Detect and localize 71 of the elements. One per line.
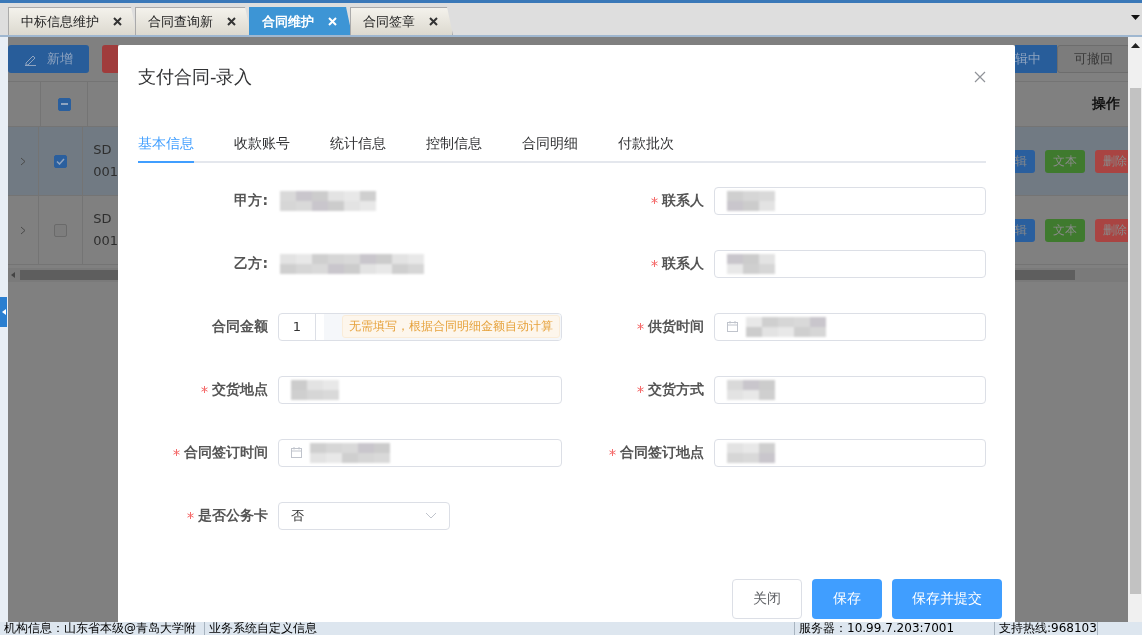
action-button[interactable]: 辑 <box>1015 149 1035 173</box>
select-field[interactable]: 否 <box>278 501 450 530</box>
check-icon <box>56 157 66 165</box>
input-field[interactable] <box>714 438 986 467</box>
table-cell-text: SD <box>93 210 113 228</box>
expand-icon[interactable] <box>20 156 26 166</box>
action-button[interactable]: 辑 <box>1015 218 1035 242</box>
save-button[interactable]: 保存 <box>812 579 882 619</box>
collapse-handle[interactable] <box>0 297 7 327</box>
column-header: 操作 <box>1092 95 1120 113</box>
field-label: 甲方: <box>234 191 268 210</box>
field-value: 1 <box>279 313 316 340</box>
field-label: 乙方: <box>234 254 268 273</box>
tab[interactable]: 合同维护 <box>249 7 352 35</box>
input-field[interactable] <box>714 249 986 278</box>
table-cell-text: SD <box>93 141 113 159</box>
close-icon[interactable] <box>227 17 236 26</box>
input-field[interactable] <box>278 375 562 404</box>
dropdown-icon[interactable] <box>1131 15 1140 20</box>
input-field[interactable] <box>714 186 986 215</box>
date-field[interactable] <box>278 438 562 467</box>
horizontal-scrollbar[interactable] <box>1015 268 1128 282</box>
input-field[interactable] <box>714 375 986 404</box>
action-button[interactable]: 删除 <box>1095 149 1128 173</box>
scroll-up-icon[interactable] <box>1130 43 1140 48</box>
amount-field[interactable]: 1 无需填写，根据合同明细金额自动计算 <box>278 312 562 341</box>
minus-icon <box>60 103 68 105</box>
status-text: 服务器：10.99.7.203:7001 <box>795 622 995 635</box>
tab[interactable]: 合同明细 <box>522 135 578 163</box>
field-label: 合同签订时间 <box>184 443 268 462</box>
tab[interactable]: 控制信息 <box>426 135 482 163</box>
calendar-icon <box>727 321 738 332</box>
date-field[interactable] <box>714 312 986 341</box>
dialog-title: 支付合同-录入 <box>138 65 253 89</box>
add-button[interactable]: 新增 <box>8 45 89 73</box>
toolbar-button[interactable]: 可撤回 <box>1057 45 1128 73</box>
horizontal-scrollbar[interactable] <box>8 268 118 282</box>
field-label: 交货方式 <box>648 380 704 399</box>
hint-tag: 无需填写，根据合同明细金额自动计算 <box>342 315 560 338</box>
field-label: 是否公务卡 <box>198 506 268 525</box>
tab[interactable]: 中标信息维护 <box>8 7 137 35</box>
table-cell-text: 001 <box>93 232 118 250</box>
action-button[interactable]: 删除 <box>1095 218 1128 242</box>
close-button[interactable]: 关闭 <box>732 579 802 619</box>
close-icon[interactable] <box>429 17 438 26</box>
field-label: 交货地点 <box>212 380 268 399</box>
chevron-down-icon[interactable] <box>425 512 437 519</box>
tab[interactable]: 合同签章 <box>350 7 453 35</box>
tab[interactable]: 付款批次 <box>618 135 674 163</box>
field-label: 合同金额 <box>212 317 268 336</box>
close-icon[interactable] <box>113 17 122 26</box>
status-text: 业务系统自定义信息 <box>205 622 795 635</box>
row-checkbox[interactable] <box>54 154 68 168</box>
field-label: 供货时间 <box>648 317 704 336</box>
save-button[interactable]: 保存并提交 <box>892 579 1002 619</box>
field-label: 联系人 <box>662 191 704 210</box>
vertical-scrollbar[interactable] <box>1128 37 1142 622</box>
tab[interactable]: 收款账号 <box>234 135 290 163</box>
tab[interactable]: 基本信息 <box>138 135 194 163</box>
expand-icon[interactable] <box>20 225 26 235</box>
toolbar-button[interactable]: 辑中 <box>1015 45 1057 73</box>
status-text: 机构信息：山东省本级@青岛大学附 <box>0 622 205 635</box>
tab[interactable]: 合同查询新 <box>135 7 251 35</box>
caret-left-icon <box>1 309 6 315</box>
header-checkbox[interactable] <box>57 97 71 111</box>
field-label: 合同签订地点 <box>620 443 704 462</box>
calendar-icon <box>291 447 302 458</box>
status-text: 支持热线:968103 <box>995 622 1098 635</box>
field-label: 联系人 <box>662 254 704 273</box>
tab[interactable]: 统计信息 <box>330 135 386 163</box>
table-cell-text: 001 <box>93 163 118 181</box>
